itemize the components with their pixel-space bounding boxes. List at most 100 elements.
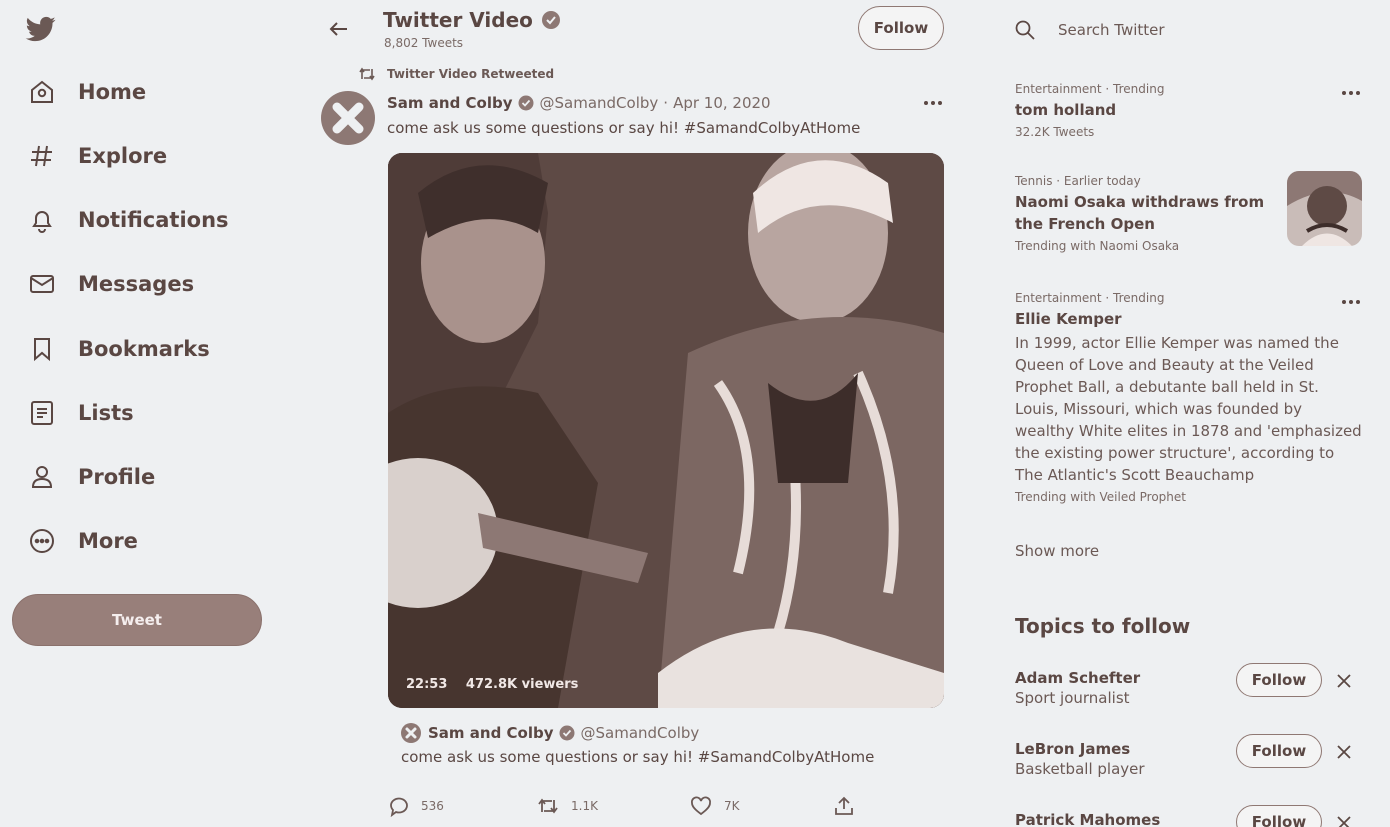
nav-label: Messages [78, 272, 195, 296]
heart-icon [690, 795, 712, 817]
twitter-bird-icon[interactable] [24, 14, 58, 44]
list-icon [28, 399, 56, 427]
close-icon[interactable] [1334, 671, 1354, 691]
topic-follow-button[interactable]: Follow [1236, 663, 1322, 697]
separator-dot: · [663, 94, 669, 112]
nav-label: Explore [78, 144, 168, 168]
tweet-handle[interactable]: @SamandColby [540, 94, 659, 112]
tweet-author-name[interactable]: Sam and Colby [387, 94, 513, 112]
more-options-icon[interactable] [1340, 86, 1362, 100]
video-duration: 22:53 [406, 677, 448, 692]
more-options-icon[interactable] [922, 96, 944, 110]
more-circle-icon [28, 527, 56, 555]
tweet-text: come ask us some questions or say hi! #S… [387, 119, 861, 137]
topic-item[interactable]: LeBron James Basketball player Follow [1015, 734, 1375, 778]
search-bar[interactable] [1014, 14, 1374, 46]
topic-follow-button[interactable]: Follow [1236, 734, 1322, 768]
verified-badge-icon [518, 95, 534, 111]
quote-header: Sam and Colby @SamandColby [401, 723, 699, 743]
retweeted-by-label: Twitter Video Retweeted [387, 67, 555, 81]
trend-title: Ellie Kemper [1015, 310, 1122, 328]
verified-badge-icon [559, 725, 575, 741]
right-sidebar: Entertainment · Trending tom holland 32.… [1000, 0, 1390, 827]
retweet-count: 1.1K [571, 799, 598, 813]
search-icon [1014, 19, 1036, 41]
back-arrow-icon[interactable] [326, 16, 352, 42]
profile-header: Twitter Video [383, 8, 561, 32]
share-icon [833, 795, 855, 817]
video-thumbnail [388, 153, 944, 708]
video-viewers: 472.8K viewers [465, 677, 579, 692]
trend-item[interactable]: Tennis · Earlier today Naomi Osaka withd… [1015, 174, 1265, 253]
topic-description: Sport journalist [1015, 689, 1130, 707]
bookmark-icon [28, 335, 56, 363]
trend-title: tom holland [1015, 101, 1117, 119]
avatar[interactable] [321, 91, 375, 145]
quote-handle[interactable]: @SamandColby [581, 724, 700, 742]
close-icon[interactable] [1334, 742, 1354, 762]
video-player[interactable]: 22:53 472.8K viewers [388, 153, 944, 708]
retweet-icon [537, 795, 559, 817]
close-icon[interactable] [1334, 813, 1354, 827]
trend-meta: Tennis · Earlier today [1015, 174, 1141, 188]
nav-explore[interactable]: Explore [28, 139, 167, 173]
search-input[interactable] [1058, 21, 1338, 39]
trend-description: In 1999, actor Ellie Kemper was named th… [1015, 334, 1362, 484]
topics-heading: Topics to follow [1015, 614, 1191, 638]
nav-label: Lists [78, 401, 134, 425]
nav-home[interactable]: Home [28, 75, 146, 109]
verified-badge-icon [541, 10, 561, 30]
nav-label: Notifications [78, 208, 229, 232]
avatar[interactable] [401, 723, 421, 743]
video-info: 22:53 472.8K viewers [406, 677, 578, 692]
trend-item[interactable]: Entertainment · Trending Ellie Kemper In… [1015, 291, 1365, 504]
trend-item[interactable]: Entertainment · Trending tom holland 32.… [1015, 82, 1365, 139]
home-icon [28, 78, 56, 106]
topic-item[interactable]: Adam Schefter Sport journalist Follow [1015, 663, 1375, 707]
reply-icon [387, 795, 409, 817]
trend-meta: Entertainment · Trending [1015, 291, 1165, 305]
nav-more[interactable]: More [28, 524, 138, 558]
topic-item[interactable]: Patrick Mahomes Follow [1015, 805, 1375, 827]
trend-subtitle: Trending with Naomi Osaka [1015, 239, 1180, 253]
trend-thumbnail[interactable] [1287, 171, 1362, 246]
tweet-count: 8,802 Tweets [384, 36, 464, 50]
retweet-button[interactable]: 1.1K [537, 795, 598, 817]
quote-text: come ask us some questions or say hi! #S… [401, 748, 875, 766]
left-nav: Home Explore Notifications Messages Book… [0, 0, 290, 827]
nav-messages[interactable]: Messages [28, 267, 194, 301]
nav-profile[interactable]: Profile [28, 460, 155, 494]
reply-count: 536 [421, 799, 444, 813]
reply-button[interactable]: 536 [387, 795, 444, 817]
quote-author-name[interactable]: Sam and Colby [428, 724, 554, 742]
tweet-header: Sam and Colby @SamandColby · Apr 10, 202… [387, 94, 771, 112]
nav-bookmarks[interactable]: Bookmarks [28, 332, 210, 366]
retweet-icon [358, 66, 376, 82]
nav-notifications[interactable]: Notifications [28, 203, 229, 237]
bell-icon [28, 206, 56, 234]
main-column: Twitter Video 8,802 Tweets Follow Twitte… [300, 0, 960, 827]
nav-label: Bookmarks [78, 337, 210, 361]
tweet-date[interactable]: Apr 10, 2020 [673, 94, 771, 112]
trend-subtitle: 32.2K Tweets [1015, 125, 1095, 139]
topic-description: Basketball player [1015, 760, 1145, 778]
nav-lists[interactable]: Lists [28, 396, 134, 430]
nav-label: More [78, 529, 138, 553]
trend-title: Naomi Osaka withdraws from the French Op… [1015, 193, 1265, 233]
nav-label: Profile [78, 465, 156, 489]
show-more-link[interactable]: Show more [1015, 542, 1099, 560]
retweet-context: Twitter Video Retweeted [358, 66, 554, 82]
nav-label: Home [78, 80, 147, 104]
share-button[interactable] [833, 795, 855, 817]
hashtag-icon [28, 142, 56, 170]
topic-follow-button[interactable]: Follow [1236, 805, 1322, 827]
tweet-button[interactable]: Tweet [12, 594, 262, 646]
like-button[interactable]: 7K [690, 795, 740, 817]
more-options-icon[interactable] [1340, 295, 1362, 309]
envelope-icon [28, 270, 56, 298]
trend-subtitle: Trending with Veiled Prophet [1015, 490, 1186, 504]
follow-button[interactable]: Follow [858, 6, 944, 50]
like-count: 7K [724, 799, 740, 813]
trend-meta: Entertainment · Trending [1015, 82, 1165, 96]
page-title: Twitter Video [383, 8, 533, 32]
